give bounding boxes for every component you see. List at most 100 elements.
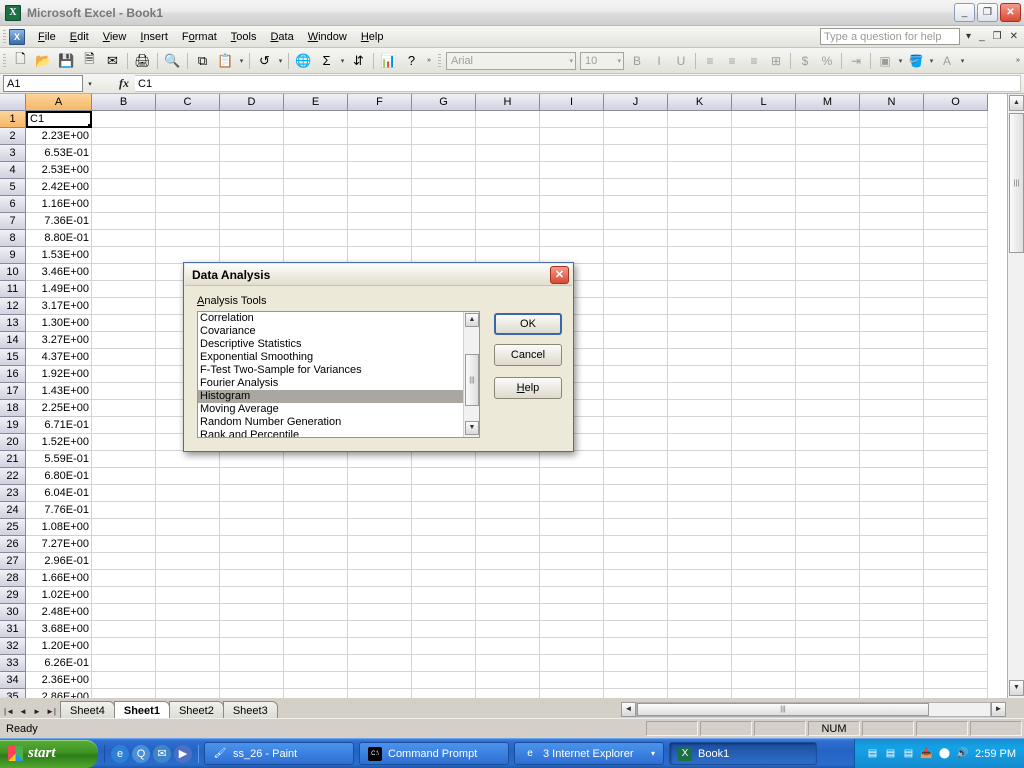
cell-G4[interactable]	[412, 162, 476, 179]
cell-G30[interactable]	[412, 604, 476, 621]
cell-O14[interactable]	[924, 332, 988, 349]
row-header-16[interactable]: 16	[0, 366, 26, 383]
cell-B3[interactable]	[92, 145, 156, 162]
cell-J3[interactable]	[604, 145, 668, 162]
cell-E31[interactable]	[284, 621, 348, 638]
cell-a17[interactable]: 1.43E+00	[26, 383, 92, 400]
prev-sheet-button[interactable]: ◄	[16, 707, 30, 716]
cell-O15[interactable]	[924, 349, 988, 366]
cell-N32[interactable]	[860, 638, 924, 655]
cell-O34[interactable]	[924, 672, 988, 689]
cell-a29[interactable]: 1.02E+00	[26, 587, 92, 604]
row-header-19[interactable]: 19	[0, 417, 26, 434]
cell-F23[interactable]	[348, 485, 412, 502]
sheet-tab-sheet2[interactable]: Sheet2	[169, 701, 224, 718]
email-icon[interactable]: ✉	[101, 50, 124, 72]
cell-B10[interactable]	[92, 264, 156, 281]
cell-K5[interactable]	[668, 179, 732, 196]
cell-N9[interactable]	[860, 247, 924, 264]
align-right-button[interactable]: ≡	[743, 50, 765, 71]
cell-L21[interactable]	[732, 451, 796, 468]
scroll-up-button[interactable]: ▲	[1009, 95, 1024, 111]
last-sheet-button[interactable]: ►|	[44, 707, 58, 716]
cell-H29[interactable]	[476, 587, 540, 604]
cell-O13[interactable]	[924, 315, 988, 332]
cell-G24[interactable]	[412, 502, 476, 519]
taskbar-group-chevron-icon[interactable]: ▾	[651, 749, 655, 758]
open-icon[interactable]: 📂	[32, 50, 55, 72]
cell-M28[interactable]	[796, 570, 860, 587]
cell-D7[interactable]	[220, 213, 284, 230]
cell-J12[interactable]	[604, 298, 668, 315]
scroll-down-button[interactable]: ▼	[1009, 680, 1024, 696]
cell-H25[interactable]	[476, 519, 540, 536]
cell-B31[interactable]	[92, 621, 156, 638]
cell-N5[interactable]	[860, 179, 924, 196]
cell-M13[interactable]	[796, 315, 860, 332]
cell-a30[interactable]: 2.48E+00	[26, 604, 92, 621]
cell-D31[interactable]	[220, 621, 284, 638]
cell-G21[interactable]	[412, 451, 476, 468]
cell-F29[interactable]	[348, 587, 412, 604]
row-header-33[interactable]: 33	[0, 655, 26, 672]
column-header-G[interactable]: G	[412, 94, 476, 111]
cell-J16[interactable]	[604, 366, 668, 383]
sheet-tab-sheet3[interactable]: Sheet3	[223, 701, 278, 718]
cell-M3[interactable]	[796, 145, 860, 162]
cell-O5[interactable]	[924, 179, 988, 196]
cell-F3[interactable]	[348, 145, 412, 162]
cell-L34[interactable]	[732, 672, 796, 689]
row-header-28[interactable]: 28	[0, 570, 26, 587]
cell-B24[interactable]	[92, 502, 156, 519]
row-header-25[interactable]: 25	[0, 519, 26, 536]
cell-B13[interactable]	[92, 315, 156, 332]
cell-F35[interactable]	[348, 689, 412, 698]
cell-N12[interactable]	[860, 298, 924, 315]
paste-icon[interactable]: 📋	[214, 50, 237, 72]
cell-B12[interactable]	[92, 298, 156, 315]
row-header-29[interactable]: 29	[0, 587, 26, 604]
listbox-scrollbar[interactable]: ▲ ||| ▼	[463, 312, 479, 437]
align-center-button[interactable]: ≡	[721, 50, 743, 71]
cell-L28[interactable]	[732, 570, 796, 587]
cell-I29[interactable]	[540, 587, 604, 604]
cell-O28[interactable]	[924, 570, 988, 587]
menu-grip-handle[interactable]	[3, 30, 6, 44]
cell-E3[interactable]	[284, 145, 348, 162]
cell-B25[interactable]	[92, 519, 156, 536]
cell-M19[interactable]	[796, 417, 860, 434]
cell-J32[interactable]	[604, 638, 668, 655]
cell-D21[interactable]	[220, 451, 284, 468]
cell-D30[interactable]	[220, 604, 284, 621]
cell-B18[interactable]	[92, 400, 156, 417]
analysis-tool-item[interactable]: Covariance	[198, 325, 463, 338]
cell-E22[interactable]	[284, 468, 348, 485]
cell-D2[interactable]	[220, 128, 284, 145]
cell-D28[interactable]	[220, 570, 284, 587]
row-header-2[interactable]: 2	[0, 128, 26, 145]
bold-button[interactable]: B	[626, 50, 648, 71]
cell-J17[interactable]	[604, 383, 668, 400]
cell-I34[interactable]	[540, 672, 604, 689]
cell-K18[interactable]	[668, 400, 732, 417]
cell-J4[interactable]	[604, 162, 668, 179]
analysis-tool-item[interactable]: Moving Average	[198, 403, 463, 416]
cell-E27[interactable]	[284, 553, 348, 570]
cell-G29[interactable]	[412, 587, 476, 604]
cell-C6[interactable]	[156, 196, 220, 213]
cell-D22[interactable]	[220, 468, 284, 485]
analysis-tool-item[interactable]: Fourier Analysis	[198, 377, 463, 390]
cell-C29[interactable]	[156, 587, 220, 604]
cell-C23[interactable]	[156, 485, 220, 502]
cell-a35[interactable]: 2.86E+00	[26, 689, 92, 698]
cell-O2[interactable]	[924, 128, 988, 145]
cell-K31[interactable]	[668, 621, 732, 638]
cell-B6[interactable]	[92, 196, 156, 213]
cell-H21[interactable]	[476, 451, 540, 468]
ok-button[interactable]: OK	[494, 313, 562, 335]
cell-L15[interactable]	[732, 349, 796, 366]
help-search-input[interactable]: Type a question for help	[820, 28, 960, 45]
cell-H2[interactable]	[476, 128, 540, 145]
row-header-4[interactable]: 4	[0, 162, 26, 179]
cell-L24[interactable]	[732, 502, 796, 519]
